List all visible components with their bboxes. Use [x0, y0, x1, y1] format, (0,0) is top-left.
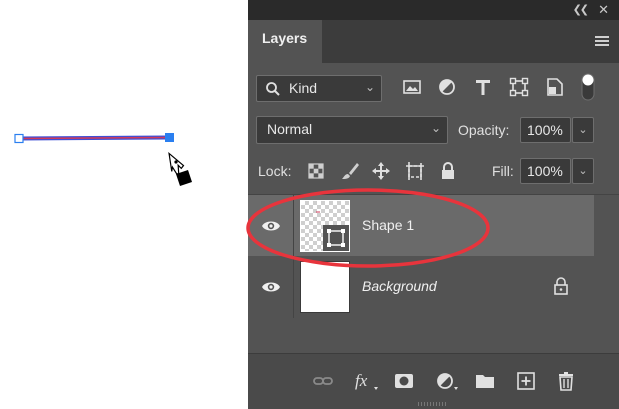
- lock-transparent-pixels-icon[interactable]: [305, 160, 327, 182]
- type-filter-icon[interactable]: [472, 76, 494, 98]
- layer-mask-icon[interactable]: [393, 370, 415, 392]
- fill-slider-toggle[interactable]: ⌄: [572, 158, 594, 184]
- adjustment-filter-icon[interactable]: [436, 76, 458, 98]
- double-chevron-left-icon[interactable]: ❮❮: [573, 3, 590, 16]
- eye-icon: [262, 282, 280, 292]
- tab-layers[interactable]: Layers: [248, 20, 322, 63]
- chevron-down-icon: ⌄: [364, 80, 375, 94]
- close-icon[interactable]: ✕: [598, 2, 609, 18]
- lock-label: Lock:: [258, 163, 292, 179]
- shape-filter-icon[interactable]: [508, 76, 530, 98]
- filter-kind-label: Kind: [289, 80, 318, 96]
- path-segment: [18, 136, 170, 140]
- layers-bottom-toolbar: fx: [248, 353, 619, 409]
- opacity-input[interactable]: 100%: [520, 117, 571, 143]
- blend-mode-dropdown[interactable]: Normal ⌄: [256, 116, 448, 144]
- fill-label: Fill:: [492, 163, 514, 179]
- filter-toggle-icon[interactable]: [580, 72, 596, 102]
- link-layers-icon[interactable]: [312, 370, 334, 392]
- path-drawing: [14, 133, 192, 186]
- lock-artboard-icon[interactable]: [404, 160, 426, 182]
- filter-kind-dropdown[interactable]: Kind ⌄: [256, 75, 382, 102]
- opacity-slider-toggle[interactable]: ⌄: [572, 117, 594, 143]
- smart-object-filter-icon[interactable]: [544, 76, 566, 98]
- search-icon: [266, 82, 280, 96]
- new-layer-icon[interactable]: [515, 370, 537, 392]
- panel-title-bar: ❮❮ ✕: [248, 0, 619, 20]
- fill-input[interactable]: 100%: [520, 158, 571, 184]
- chevron-down-icon: ⌄: [430, 121, 441, 135]
- lock-image-pixels-icon[interactable]: [339, 160, 361, 182]
- anchor-point-end: [165, 133, 174, 142]
- anchor-point-start: [14, 133, 24, 144]
- layers-scrollbar[interactable]: [594, 195, 619, 353]
- lock-position-icon[interactable]: [370, 160, 392, 182]
- opacity-label: Opacity:: [458, 122, 510, 138]
- lock-all-icon[interactable]: [437, 160, 459, 182]
- fx-icon[interactable]: fx: [353, 370, 381, 392]
- lock-icon: [554, 277, 568, 295]
- svg-text:fx: fx: [355, 371, 368, 390]
- delete-trash-icon[interactable]: [555, 370, 577, 392]
- blend-mode-value: Normal: [267, 121, 313, 137]
- image-filter-icon[interactable]: [401, 76, 423, 98]
- layer-name[interactable]: Background: [362, 278, 437, 294]
- highlight-ellipse-annotation: [246, 188, 490, 268]
- group-folder-icon[interactable]: [474, 370, 496, 392]
- panel-tab-row: Layers: [248, 20, 619, 63]
- resize-grip[interactable]: [418, 402, 448, 406]
- pen-tool-cursor: [168, 151, 192, 186]
- hamburger-menu-icon[interactable]: [595, 36, 609, 46]
- adjustment-layer-icon[interactable]: [435, 370, 461, 392]
- document-canvas[interactable]: [0, 0, 248, 409]
